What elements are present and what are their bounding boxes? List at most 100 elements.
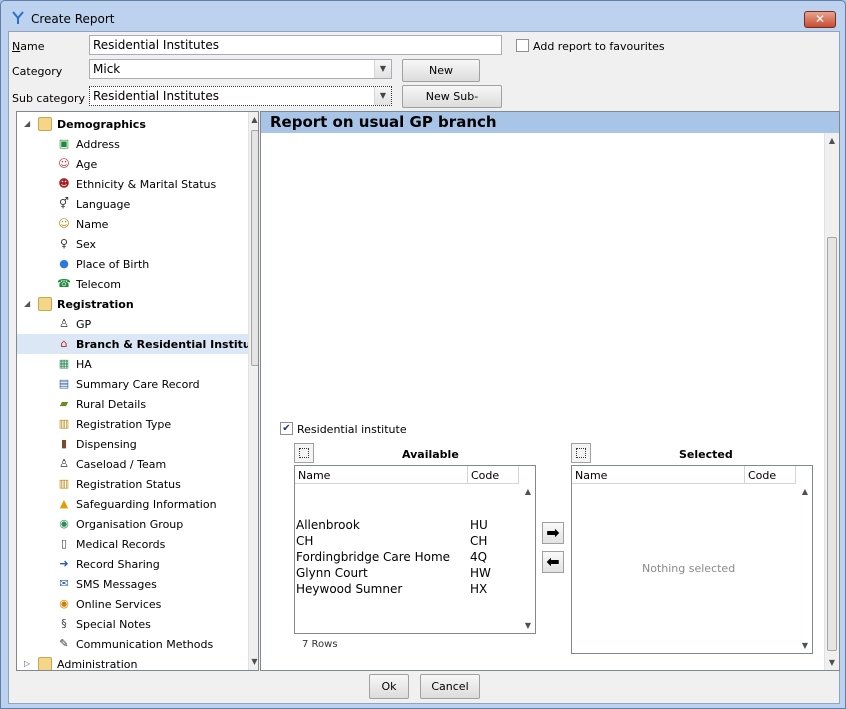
residential-checkbox[interactable]: ✔ xyxy=(280,422,293,435)
report-scroll-thumb[interactable] xyxy=(827,237,837,651)
pen-icon: ✎ xyxy=(59,637,69,650)
tree-item[interactable]: ♙ GP xyxy=(17,314,248,334)
tree-item[interactable]: ▲ Safeguarding Information xyxy=(17,494,248,514)
collapse-icon[interactable]: ◢ xyxy=(24,119,30,128)
tree-item[interactable]: ▯ Medical Records xyxy=(17,534,248,554)
move-left-button[interactable]: ⬅ xyxy=(542,551,564,573)
category-select[interactable]: Mick ▼ xyxy=(89,59,392,79)
tree-item[interactable]: ⚥ Language xyxy=(17,194,248,214)
available-col-name[interactable]: Name xyxy=(298,469,330,482)
tree-item[interactable]: ✉ SMS Messages xyxy=(17,574,248,594)
tree-scroll-thumb[interactable] xyxy=(251,130,258,366)
tree-group-demographics[interactable]: ◢ Demographics xyxy=(17,114,248,134)
tree-item[interactable]: ☺ Age xyxy=(17,154,248,174)
available-row-code[interactable]: 4Q xyxy=(470,550,487,564)
tree-item[interactable]: ▣ Address xyxy=(17,134,248,154)
tree-item[interactable]: ☻ Ethnicity & Marital Status xyxy=(17,174,248,194)
tree-item[interactable]: ● Place of Birth xyxy=(17,254,248,274)
residential-label: Residential institute xyxy=(297,423,407,436)
scroll-down-icon[interactable]: ▼ xyxy=(521,618,535,633)
scroll-up-icon[interactable]: ▲ xyxy=(249,112,258,127)
scroll-down-icon[interactable]: ▼ xyxy=(798,638,812,653)
tree-group-label: Administration xyxy=(57,658,138,671)
available-row-code[interactable]: CH xyxy=(470,534,487,548)
tree-item[interactable]: ☎ Telecom xyxy=(17,274,248,294)
tree-item[interactable]: ◉ Online Services xyxy=(17,594,248,614)
tree-item-label: Caseload / Team xyxy=(76,458,167,471)
tree-item[interactable]: ♙ Caseload / Team xyxy=(17,454,248,474)
chevron-down-icon[interactable]: ▼ xyxy=(374,87,391,105)
available-row-name[interactable]: Allenbrook xyxy=(296,518,360,532)
tree-item-label: Safeguarding Information xyxy=(76,498,217,511)
bottle-icon: ▮ xyxy=(60,437,68,450)
available-row-code[interactable]: HX xyxy=(470,582,487,596)
favourites-checkbox[interactable] xyxy=(516,39,529,52)
scroll-up-icon[interactable]: ▲ xyxy=(798,484,812,499)
tree-item[interactable]: ▥ Registration Status xyxy=(17,474,248,494)
tree-item[interactable]: ▰ Rural Details xyxy=(17,394,248,414)
available-row-name[interactable]: Fordingbridge Care Home xyxy=(296,550,450,564)
tree-item-label: Summary Care Record xyxy=(76,378,200,391)
available-col-code[interactable]: Code xyxy=(471,469,499,482)
tree-group-registration[interactable]: ◢ Registration xyxy=(17,294,248,314)
tree-group-administration[interactable]: ▷ Administration xyxy=(17,654,248,671)
scroll-up-icon[interactable]: ▲ xyxy=(521,484,535,499)
tree-item[interactable]: ▦ HA xyxy=(17,354,248,374)
selected-col-name[interactable]: Name xyxy=(575,469,607,482)
move-right-button[interactable]: ➡ xyxy=(542,522,564,544)
category-label: Category xyxy=(12,65,63,78)
scroll-down-icon[interactable]: ▼ xyxy=(249,654,258,669)
tree-item-label: Name xyxy=(76,218,109,231)
tree-item[interactable]: ▮ Dispensing xyxy=(17,434,248,454)
tree-scrollbar[interactable]: ▲ ▼ xyxy=(248,112,258,670)
report-tree[interactable]: ◢ Demographics ▣ Address ☺ Age ☻ Ethnicity & Ma… xyxy=(16,111,259,671)
selected-grid-header: Name Code xyxy=(572,466,796,484)
arrow-right-icon: ➡ xyxy=(546,523,560,542)
collapse-icon[interactable]: ◢ xyxy=(24,299,30,308)
cancel-button[interactable]: Cancel xyxy=(420,674,480,699)
expand-icon[interactable]: ▷ xyxy=(24,659,30,668)
arrow-left-icon: ⬅ xyxy=(546,552,560,571)
language-icon: ⚥ xyxy=(59,197,69,210)
tree-item[interactable]: ◉ Organisation Group xyxy=(17,514,248,534)
notes-icon: § xyxy=(61,617,67,630)
selected-col-code[interactable]: Code xyxy=(748,469,776,482)
tree-item[interactable]: ✎ Communication Methods xyxy=(17,634,248,654)
tree-item-label: Record Sharing xyxy=(76,558,160,571)
close-button[interactable]: ✕ xyxy=(804,11,836,28)
tree-item[interactable]: ☺ Name xyxy=(17,214,248,234)
scroll-down-icon[interactable]: ▼ xyxy=(825,655,839,670)
tree-item[interactable]: ♀ Sex xyxy=(17,234,248,254)
tree-item[interactable]: ▥ Registration Type xyxy=(17,414,248,434)
column-separator xyxy=(744,466,745,484)
available-row-code[interactable]: HW xyxy=(470,566,491,580)
available-row-code[interactable]: HU xyxy=(470,518,488,532)
tree-item[interactable]: § Special Notes xyxy=(17,614,248,634)
selected-grid[interactable]: Name Code Nothing selected ▲ ▼ xyxy=(571,465,813,654)
age-icon: ☺ xyxy=(58,157,70,170)
select-all-selected-button[interactable] xyxy=(571,443,591,463)
scroll-up-icon[interactable]: ▲ xyxy=(825,133,839,148)
ok-button[interactable]: Ok xyxy=(369,674,409,699)
column-separator xyxy=(518,466,519,484)
available-row-name[interactable]: CH xyxy=(296,534,313,548)
selected-scrollbar[interactable]: ▲ ▼ xyxy=(798,484,812,653)
available-row-name[interactable]: Glynn Court xyxy=(296,566,368,580)
column-separator xyxy=(467,466,468,484)
title-bar: Create Report ✕ xyxy=(1,1,845,31)
folder-icon xyxy=(38,657,52,670)
new-subcategory-button[interactable]: New Sub-category xyxy=(402,85,502,124)
available-grid[interactable]: Name Code Allenbrook HU CH CH Fordingbridge … xyxy=(294,465,536,634)
chevron-down-icon[interactable]: ▼ xyxy=(374,60,391,78)
subcategory-select[interactable]: Residential Institutes ▼ xyxy=(89,86,392,106)
available-row-name[interactable]: Heywood Sumner xyxy=(296,582,402,596)
available-scrollbar[interactable]: ▲ ▼ xyxy=(521,484,535,633)
report-scrollbar[interactable]: ▲ ▼ xyxy=(824,133,839,670)
name-input[interactable]: Residential Institutes xyxy=(89,35,502,55)
new-category-button[interactable]: New Category xyxy=(402,59,480,98)
tree-item[interactable]: ⌂ Branch & Residential Institute xyxy=(17,334,258,354)
tree-item[interactable]: ➜ Record Sharing xyxy=(17,554,248,574)
tree-item[interactable]: ▤ Summary Care Record xyxy=(17,374,248,394)
select-all-available-button[interactable] xyxy=(294,443,314,463)
tree-group-label: Registration xyxy=(57,298,134,311)
